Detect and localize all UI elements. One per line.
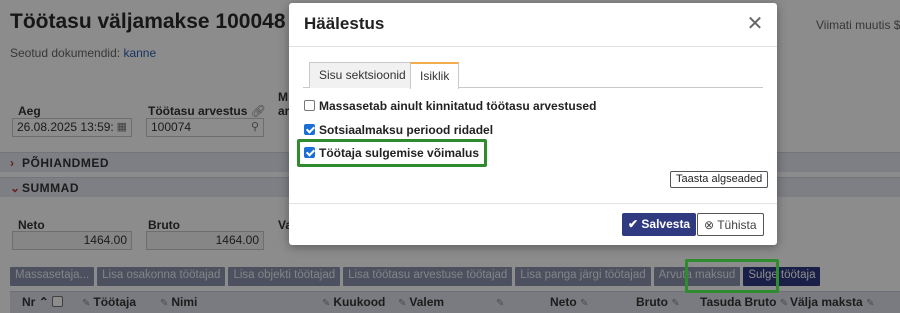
reset-defaults-button[interactable]: Taasta algseaded bbox=[670, 171, 769, 188]
save-label: Salvesta bbox=[641, 217, 691, 231]
modal-header: Häälestus ✕ bbox=[289, 3, 777, 47]
tab-isiklik[interactable]: Isiklik bbox=[410, 62, 460, 89]
option-label-1: Massasetab ainult kinnitatud töötasu arv… bbox=[319, 99, 597, 113]
cancel-circle-icon: ⊗ bbox=[704, 218, 715, 232]
tab-sisu-sektsioonid[interactable]: Sisu sektsioonid bbox=[309, 62, 416, 88]
save-button[interactable]: ✔ Salvesta bbox=[622, 213, 697, 236]
cancel-button[interactable]: ⊗ Tühista bbox=[697, 213, 764, 236]
settings-modal: Häälestus ✕ Sisu sektsioonid Isiklik Mas… bbox=[289, 3, 777, 245]
modal-tabs: Sisu sektsioonid Isiklik bbox=[303, 62, 763, 89]
highlight-option-3 bbox=[297, 139, 487, 167]
highlight-sulge-tootaja bbox=[685, 259, 779, 293]
option-row-2[interactable]: Sotsiaalmaksu periood ridadel bbox=[304, 123, 493, 137]
check-icon: ✔ bbox=[628, 217, 639, 231]
close-icon[interactable]: ✕ bbox=[745, 12, 765, 36]
option-label-2: Sotsiaalmaksu periood ridadel bbox=[319, 123, 494, 137]
option-row-1[interactable]: Massasetab ainult kinnitatud töötasu arv… bbox=[304, 99, 596, 113]
option-checkbox-1[interactable] bbox=[304, 100, 315, 111]
cancel-label: Tühista bbox=[717, 218, 757, 232]
modal-title: Häälestus bbox=[304, 14, 385, 33]
option-checkbox-2[interactable] bbox=[304, 124, 315, 135]
